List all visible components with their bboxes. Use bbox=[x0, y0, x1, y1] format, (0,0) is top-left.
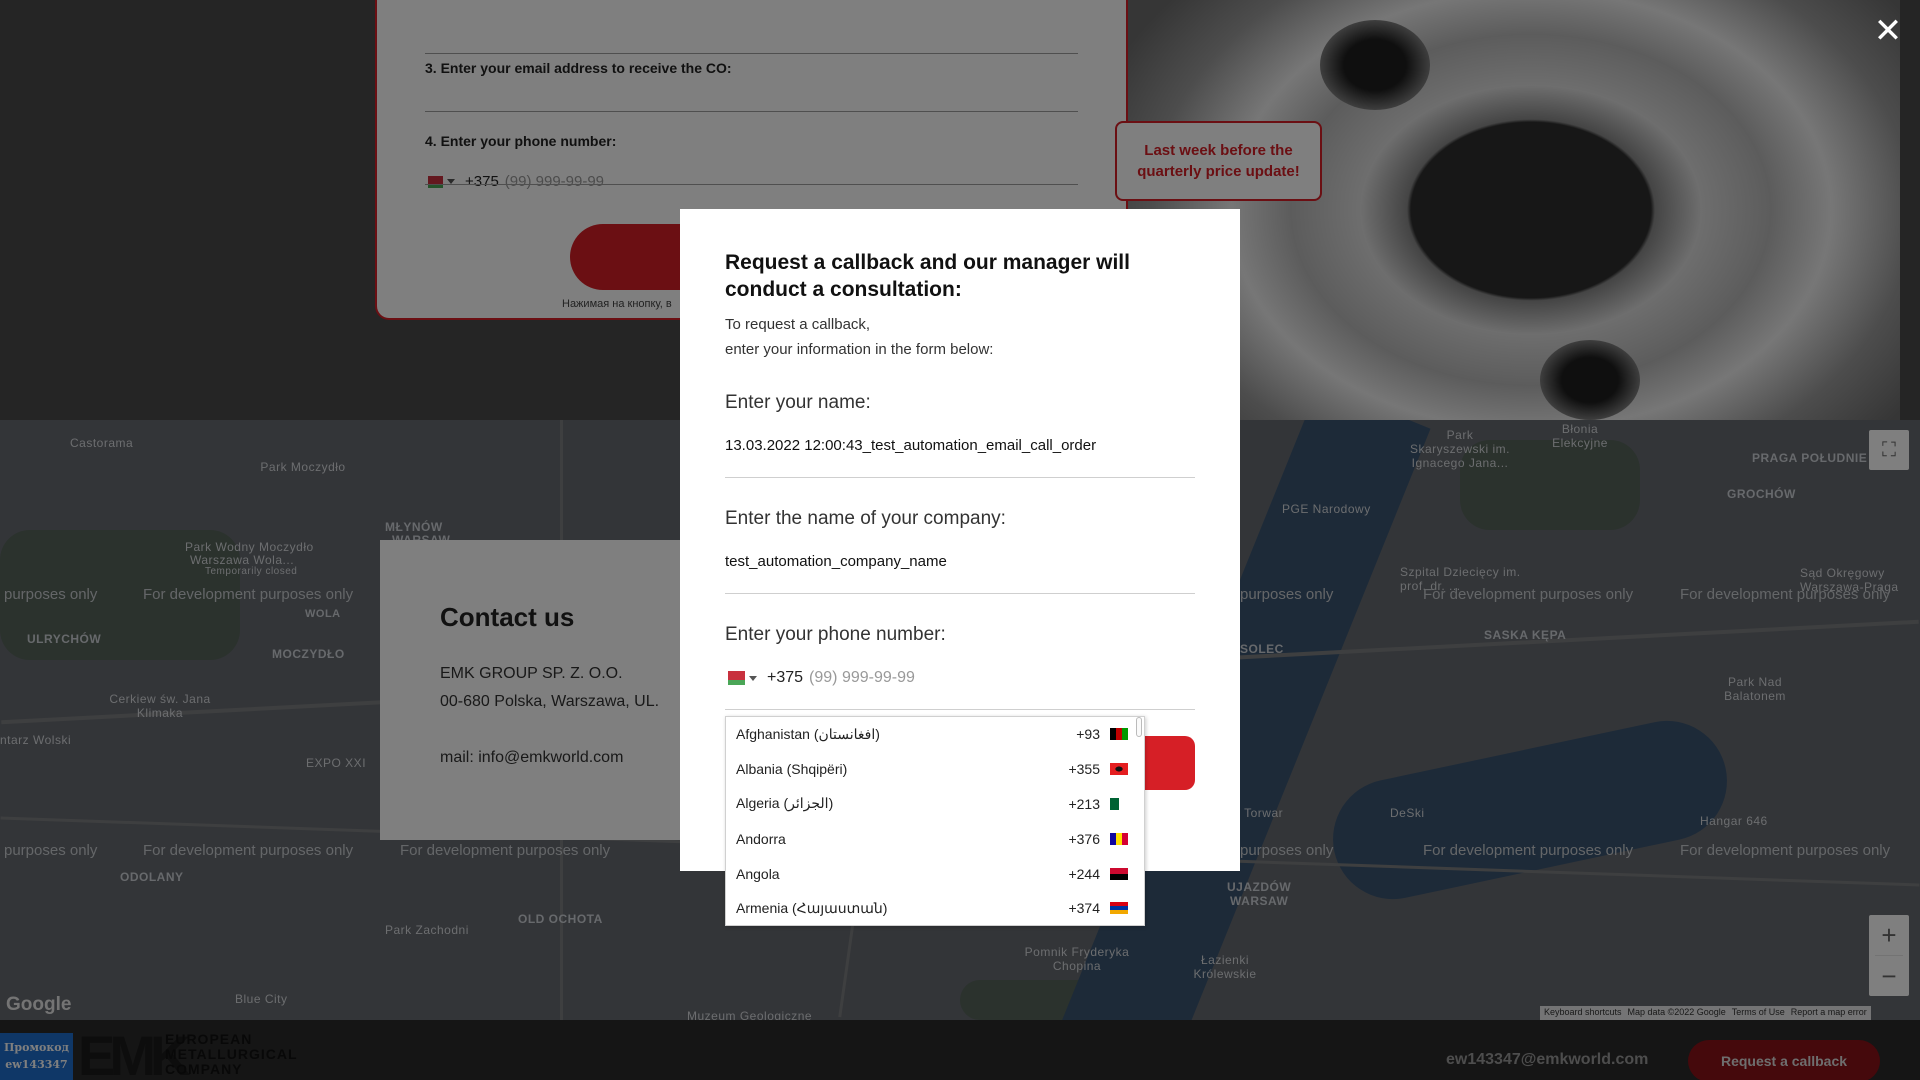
country-name: Armenia (Հայաստան) bbox=[736, 899, 888, 916]
country-name: Albania (Shqipëri) bbox=[736, 761, 848, 778]
country-option[interactable]: Angola +244 bbox=[726, 856, 1144, 891]
country-code: +355 bbox=[1068, 761, 1100, 778]
flag-af-icon bbox=[1110, 728, 1128, 741]
country-code: +374 bbox=[1068, 900, 1100, 917]
chevron-down-icon[interactable] bbox=[749, 675, 757, 681]
country-option[interactable]: Afghanistan (‫افغانستان‬‎) +93 bbox=[726, 717, 1144, 752]
country-code: +244 bbox=[1068, 865, 1100, 882]
flag-dz-icon bbox=[1110, 797, 1128, 810]
country-name: Angola bbox=[736, 865, 780, 882]
country-name: Algeria (‫الجزائر‬‎) bbox=[736, 795, 834, 812]
belarus-flag-icon[interactable] bbox=[725, 671, 745, 685]
modal-title: Request a callback and our manager will … bbox=[725, 251, 1130, 301]
country-option[interactable]: Albania (Shqipëri) +355 bbox=[726, 752, 1144, 787]
company-field[interactable] bbox=[725, 553, 1195, 570]
country-code: +93 bbox=[1076, 726, 1100, 743]
name-field[interactable] bbox=[725, 437, 1195, 454]
country-option[interactable]: Algeria (‫الجزائر‬‎) +213 bbox=[726, 787, 1144, 822]
country-option[interactable]: Armenia (Հայաստան) +374 bbox=[726, 891, 1144, 925]
phone-field[interactable]: +375 (99) 999-99-99 bbox=[725, 669, 915, 687]
close-icon[interactable]: ✕ bbox=[1870, 14, 1906, 50]
phone-placeholder: (99) 999-99-99 bbox=[809, 669, 915, 686]
country-option[interactable]: Andorra +376 bbox=[726, 821, 1144, 856]
flag-am-icon bbox=[1110, 902, 1128, 915]
country-name: Andorra bbox=[736, 830, 786, 847]
company-label: Enter the name of your company: bbox=[725, 508, 1006, 529]
field-underline bbox=[725, 709, 1195, 710]
country-code: +376 bbox=[1068, 830, 1100, 847]
country-code: +213 bbox=[1068, 795, 1100, 812]
country-dropdown[interactable]: Afghanistan (‫افغانستان‬‎) +93 Albania (… bbox=[725, 716, 1145, 926]
phone-prefix: +375 bbox=[767, 669, 804, 686]
phone-label: Enter your phone number: bbox=[725, 624, 946, 645]
flag-al-icon bbox=[1110, 763, 1128, 776]
field-underline bbox=[725, 477, 1195, 478]
name-label: Enter your name: bbox=[725, 392, 871, 413]
flag-ao-icon bbox=[1110, 867, 1128, 880]
flag-ad-icon bbox=[1110, 832, 1128, 845]
modal-subtitle: enter your information in the form below… bbox=[725, 341, 994, 358]
field-underline bbox=[725, 593, 1195, 594]
country-name: Afghanistan (‫افغانستان‬‎) bbox=[736, 725, 880, 742]
modal-subtitle: To request a callback, bbox=[725, 316, 871, 333]
